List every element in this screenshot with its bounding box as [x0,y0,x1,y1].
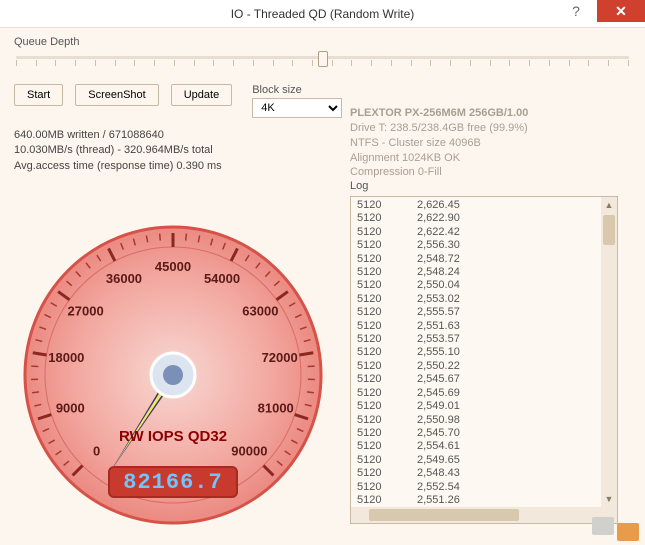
hscroll-thumb[interactable] [369,509,519,521]
log-row: 51202,622.90 [357,212,611,225]
log-row: 51202,545.70 [357,427,611,440]
scroll-down-icon[interactable]: ▼ [601,491,617,507]
log-row: 51202,548.24 [357,266,611,279]
block-size-label: Block size [252,84,342,96]
update-button[interactable]: Update [171,84,232,106]
log-row: 51202,550.04 [357,279,611,292]
drive-model: PLEXTOR PX-256M6M 256GB/1.00 [350,106,528,121]
scroll-up-icon[interactable]: ▲ [601,197,617,213]
log-row: 51202,548.43 [357,467,611,480]
gauge-title: RW IOPS QD32 [18,428,328,445]
drive-align: Alignment 1024KB OK [350,151,528,166]
start-button[interactable]: Start [14,84,63,106]
log-vertical-scrollbar[interactable]: ▲ ▼ [601,197,617,507]
iops-gauge: 0 9000 18000 27000 36000 45000 54000 63000 72000… [18,220,328,530]
log-row: 51202,550.22 [357,360,611,373]
log-row: 51202,545.69 [357,387,611,400]
svg-text:9000: 9000 [56,400,85,415]
block-size-select[interactable]: 4K [252,98,342,118]
svg-text:72000: 72000 [262,350,298,365]
log-box[interactable]: 51202,626.4551202,622.9051202,622.425120… [350,196,618,524]
drive-compression: Compression 0-Fill [350,165,528,180]
svg-text:18000: 18000 [48,350,84,365]
svg-text:0: 0 [93,443,100,458]
svg-text:81000: 81000 [258,400,294,415]
log-label: Log [350,180,368,192]
svg-text:27000: 27000 [68,304,104,319]
drive-free: Drive T: 238.5/238.4GB free (99.9%) [350,121,528,136]
gauge-lcd-value: 82166.7 [108,466,238,498]
log-horizontal-scrollbar[interactable] [351,507,601,523]
log-row: 51202,545.67 [357,373,611,386]
watermark-icon [592,523,639,541]
log-row: 51202,549.01 [357,400,611,413]
svg-text:54000: 54000 [204,271,240,286]
window-title: IO - Threaded QD (Random Write) [231,7,415,21]
stat-access-time: Avg.access time (response time) 0.390 ms [14,159,631,174]
screenshot-button[interactable]: ScreenShot [75,84,158,106]
log-row: 51202,555.10 [357,346,611,359]
log-row: 51202,622.42 [357,226,611,239]
log-row: 51202,554.61 [357,440,611,453]
svg-text:36000: 36000 [106,271,142,286]
queue-depth-label: Queue Depth [14,36,631,48]
scroll-thumb[interactable] [603,215,615,245]
close-button[interactable]: ✕ [597,0,645,22]
log-row: 51202,548.72 [357,253,611,266]
stats-block: 640.00MB written / 671088640 10.030MB/s … [14,128,631,174]
log-row: 51202,551.63 [357,320,611,333]
log-row: 51202,551.26 [357,494,611,507]
svg-text:90000: 90000 [231,443,267,458]
log-row: 51202,556.30 [357,239,611,252]
content: Queue Depth Start ScreenShot Update Bloc… [0,28,645,545]
queue-depth-slider[interactable] [14,50,631,74]
title-bar: IO - Threaded QD (Random Write) ? ✕ [0,0,645,28]
help-button[interactable]: ? [555,0,597,22]
log-row: 51202,555.57 [357,306,611,319]
log-row: 51202,552.54 [357,481,611,494]
stat-throughput: 10.030MB/s (thread) - 320.964MB/s total [14,143,631,158]
svg-text:63000: 63000 [242,304,278,319]
log-row: 51202,550.98 [357,414,611,427]
drive-fs: NTFS - Cluster size 4096B [350,136,528,151]
log-row: 51202,549.65 [357,454,611,467]
log-row: 51202,553.57 [357,333,611,346]
svg-text:45000: 45000 [155,259,191,274]
log-row: 51202,626.45 [357,199,611,212]
stat-written: 640.00MB written / 671088640 [14,128,631,143]
drive-info: PLEXTOR PX-256M6M 256GB/1.00 Drive T: 23… [350,106,528,180]
log-row: 51202,553.02 [357,293,611,306]
slider-thumb[interactable] [318,51,328,67]
